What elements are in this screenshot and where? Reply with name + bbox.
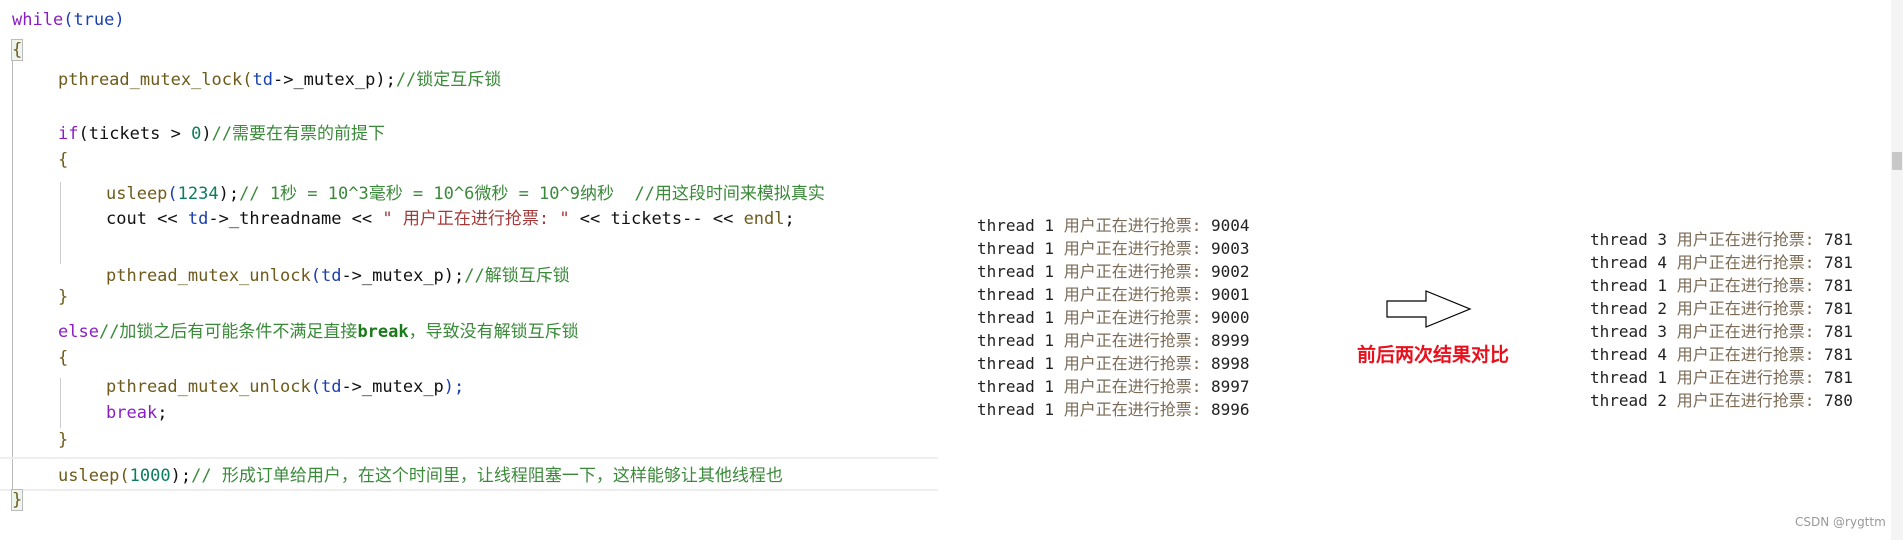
thread-label: thread 2 — [1590, 391, 1677, 410]
comparison-label: 前后两次结果对比 — [1357, 344, 1510, 366]
console-output-before: thread 1 用户正在进行抢票: 9004 thread 1 用户正在进行抢票… — [977, 214, 1250, 424]
thread-label: thread 1 — [1590, 276, 1677, 295]
message-text: 用户正在进行抢票: — [1676, 276, 1824, 295]
code-line: if(tickets > 0)//需要在有票的前提下 — [58, 124, 386, 144]
thread-label: thread 1 — [977, 331, 1064, 350]
message-text: 用户正在进行抢票: — [1676, 299, 1824, 318]
thread-label: thread 3 — [1590, 230, 1677, 249]
code-line: usleep(1000);// 形成订单给用户，在这个时间里，让线程阻塞一下，这… — [58, 466, 783, 486]
ticket-count: 8996 — [1210, 400, 1250, 419]
vertical-scrollbar[interactable] — [1891, 0, 1903, 540]
code-line: } — [58, 430, 69, 450]
code-line: else//加锁之后有可能条件不满足直接break，导致没有解锁互斥锁 — [58, 322, 579, 342]
ticket-count: 9001 — [1210, 285, 1250, 304]
code-line: pthread_mutex_unlock(td->_mutex_p);//解锁互… — [106, 266, 570, 286]
console-line: thread 2 用户正在进行抢票: 781 — [1590, 297, 1891, 320]
watermark: CSDN @rygttm — [1795, 515, 1886, 529]
console-line: thread 1 用户正在进行抢票: 9003 — [977, 237, 1250, 260]
console-line: thread 1 用户正在进行抢票: 8998 — [977, 352, 1250, 375]
console-line: thread 1 用户正在进行抢票: 8997 — [977, 375, 1250, 398]
thread-label: thread 4 — [1590, 253, 1677, 272]
console-line: thread 4 用户正在进行抢票: 781 — [1590, 343, 1891, 366]
message-text: 用户正在进行抢票: — [1063, 331, 1211, 350]
ticket-count: 781 — [1823, 345, 1853, 364]
code-line: { — [58, 150, 69, 170]
indent-guide — [60, 182, 61, 264]
console-line: thread 1 用户正在进行抢票: 9002 — [977, 260, 1250, 283]
thread-label: thread 1 — [977, 262, 1064, 281]
thread-label: thread 4 — [1590, 345, 1677, 364]
thread-label: thread 3 — [1590, 322, 1677, 341]
ticket-count: 9000 — [1210, 308, 1250, 327]
ticket-count: 781 — [1823, 299, 1853, 318]
message-text: 用户正在进行抢票: — [1063, 308, 1211, 327]
message-text: 用户正在进行抢票: — [1063, 354, 1211, 373]
code-line: pthread_mutex_unlock(td->_mutex_p); — [106, 377, 465, 397]
console-line: thread 4 用户正在进行抢票: 781 — [1590, 251, 1891, 274]
console-line: thread 1 用户正在进行抢票: 8996 — [977, 398, 1250, 421]
ticket-count: 781 — [1823, 276, 1853, 295]
message-text: 用户正在进行抢票: — [1676, 345, 1824, 364]
message-text: 用户正在进行抢票: — [1063, 216, 1211, 235]
ticket-count: 781 — [1823, 230, 1853, 249]
code-line: cout << td->_threadname << " 用户正在进行抢票: "… — [106, 209, 795, 229]
console-line: thread 3 用户正在进行抢票: 781 — [1590, 228, 1891, 251]
message-text: 用户正在进行抢票: — [1063, 285, 1211, 304]
console-line: thread 1 用户正在进行抢票: 9000 — [977, 306, 1250, 329]
code-line: usleep(1234);// 1秒 = 10^3毫秒 = 10^6微秒 = 1… — [106, 184, 825, 204]
message-text: 用户正在进行抢票: — [1063, 377, 1211, 396]
code-editor[interactable]: while(true) { pthread_mutex_lock(td->_mu… — [0, 0, 938, 540]
code-line: break; — [106, 403, 168, 423]
code-line: while(true) — [12, 10, 125, 30]
code-line: pthread_mutex_lock(td->_mutex_p);//锁定互斥锁 — [58, 70, 502, 90]
message-text: 用户正在进行抢票: — [1676, 391, 1824, 410]
message-text: 用户正在进行抢票: — [1676, 253, 1824, 272]
message-text: 用户正在进行抢票: — [1676, 368, 1824, 387]
console-line: thread 1 用户正在进行抢票: 781 — [1590, 366, 1891, 389]
console-line: thread 3 用户正在进行抢票: 781 — [1590, 320, 1891, 343]
thread-label: thread 1 — [1590, 368, 1677, 387]
console-line: thread 1 用户正在进行抢票: 781 — [1590, 274, 1891, 297]
console-line: thread 1 用户正在进行抢票: 9004 — [977, 214, 1250, 237]
indent-guide — [60, 378, 61, 428]
ticket-count: 781 — [1823, 253, 1853, 272]
console-line: thread 1 用户正在进行抢票: 8999 — [977, 329, 1250, 352]
message-text: 用户正在进行抢票: — [1063, 239, 1211, 258]
thread-label: thread 1 — [977, 308, 1064, 327]
ticket-count: 8999 — [1210, 331, 1250, 350]
message-text: 用户正在进行抢票: — [1063, 400, 1211, 419]
thread-label: thread 1 — [977, 216, 1064, 235]
message-text: 用户正在进行抢票: — [1676, 322, 1824, 341]
right-arrow-icon — [1386, 290, 1472, 328]
ticket-count: 8998 — [1210, 354, 1250, 373]
console-output-after: thread 3 用户正在进行抢票: 781 thread 4 用户正在进行抢票:… — [1590, 228, 1891, 412]
ticket-count: 9004 — [1210, 216, 1250, 235]
code-line: { — [10, 39, 24, 61]
thread-label: thread 1 — [977, 354, 1064, 373]
thread-label: thread 1 — [977, 377, 1064, 396]
ticket-count: 780 — [1823, 391, 1853, 410]
ticket-count: 781 — [1823, 322, 1853, 341]
ticket-count: 781 — [1823, 368, 1853, 387]
ticket-count: 8997 — [1210, 377, 1250, 396]
message-text: 用户正在进行抢票: — [1676, 230, 1824, 249]
fold-guide — [12, 40, 13, 492]
message-text: 用户正在进行抢票: — [1063, 262, 1211, 281]
thread-label: thread 1 — [977, 400, 1064, 419]
ticket-count: 9002 — [1210, 262, 1250, 281]
thread-label: thread 1 — [977, 239, 1064, 258]
ticket-count: 9003 — [1210, 239, 1250, 258]
code-line: } — [58, 287, 69, 307]
scrollbar-thumb[interactable] — [1892, 152, 1902, 170]
code-line: { — [58, 348, 69, 368]
console-line: thread 1 用户正在进行抢票: 9001 — [977, 283, 1250, 306]
thread-label: thread 2 — [1590, 299, 1677, 318]
console-line: thread 2 用户正在进行抢票: 780 — [1590, 389, 1891, 412]
code-line: } — [10, 489, 24, 511]
thread-label: thread 1 — [977, 285, 1064, 304]
